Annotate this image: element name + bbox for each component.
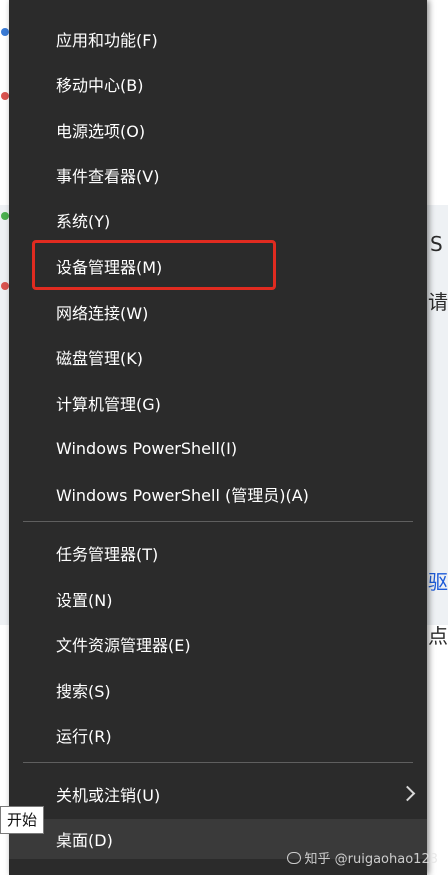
watermark: 知乎 @ruigaohao123 bbox=[286, 848, 438, 867]
menu-item-device-manager[interactable]: 设备管理器(M) bbox=[9, 246, 427, 286]
menu-item-event-viewer[interactable]: 事件查看器(V) bbox=[9, 155, 427, 195]
menu-item-label: 搜索(S) bbox=[56, 682, 111, 701]
menu-divider bbox=[23, 521, 413, 522]
menu-item-label: 任务管理器(T) bbox=[56, 545, 159, 564]
winx-context-menu: 应用和功能(F) 移动中心(B) 电源选项(O) 事件查看器(V) 系统(Y) … bbox=[9, 0, 427, 875]
menu-item-label: 电源选项(O) bbox=[56, 122, 146, 141]
background-icon bbox=[1, 282, 9, 290]
background-text: 驱 bbox=[428, 570, 448, 594]
menu-item-mobility-center[interactable]: 移动中心(B) bbox=[9, 64, 427, 104]
menu-divider bbox=[23, 762, 413, 763]
background-text: 请 bbox=[428, 290, 448, 314]
menu-item-computer-management[interactable]: 计算机管理(G) bbox=[9, 383, 427, 423]
menu-item-label: 桌面(D) bbox=[56, 831, 113, 850]
menu-item-search[interactable]: 搜索(S) bbox=[9, 670, 427, 710]
watermark-text: 知乎 @ruigaohao123 bbox=[304, 852, 438, 867]
menu-item-task-manager[interactable]: 任务管理器(T) bbox=[9, 533, 427, 573]
background-text: 点 bbox=[428, 624, 448, 648]
menu-item-label: 设置(N) bbox=[56, 591, 113, 610]
menu-item-label: Windows PowerShell (管理员)(A) bbox=[56, 486, 309, 505]
menu-item-label: 磁盘管理(K) bbox=[56, 349, 143, 368]
background-text: S bbox=[430, 232, 443, 256]
chevron-right-icon bbox=[399, 785, 416, 802]
menu-item-file-explorer[interactable]: 文件资源管理器(E) bbox=[9, 624, 427, 664]
menu-item-network-connections[interactable]: 网络连接(W) bbox=[9, 292, 427, 332]
background-icon bbox=[1, 28, 9, 36]
menu-item-label: 事件查看器(V) bbox=[56, 167, 160, 186]
menu-item-label: 网络连接(W) bbox=[56, 304, 149, 323]
menu-item-label: 设备管理器(M) bbox=[56, 258, 163, 277]
menu-item-run[interactable]: 运行(R) bbox=[9, 715, 427, 755]
menu-item-label: 文件资源管理器(E) bbox=[56, 636, 191, 655]
watermark-logo-icon bbox=[286, 852, 301, 864]
menu-item-apps-and-features[interactable]: 应用和功能(F) bbox=[9, 19, 427, 59]
menu-item-settings[interactable]: 设置(N) bbox=[9, 579, 427, 619]
menu-item-label: 关机或注销(U) bbox=[56, 786, 161, 805]
background-icon bbox=[1, 212, 9, 220]
menu-item-system[interactable]: 系统(Y) bbox=[9, 200, 427, 240]
menu-item-powershell-admin[interactable]: Windows PowerShell (管理员)(A) bbox=[9, 474, 427, 514]
menu-item-label: 移动中心(B) bbox=[56, 76, 144, 95]
menu-item-disk-management[interactable]: 磁盘管理(K) bbox=[9, 337, 427, 377]
menu-item-label: 系统(Y) bbox=[56, 212, 111, 231]
menu-item-label: 应用和功能(F) bbox=[56, 31, 158, 50]
menu-item-label: 运行(R) bbox=[56, 727, 112, 746]
menu-item-powershell[interactable]: Windows PowerShell(I) bbox=[9, 428, 427, 468]
start-tooltip: 开始 bbox=[0, 806, 45, 834]
menu-item-label: 计算机管理(G) bbox=[56, 395, 161, 414]
menu-item-shutdown-or-sign-out[interactable]: 关机或注销(U) bbox=[9, 774, 427, 814]
background-icon bbox=[1, 92, 9, 100]
menu-item-label: Windows PowerShell(I) bbox=[56, 438, 238, 458]
menu-item-power-options[interactable]: 电源选项(O) bbox=[9, 110, 427, 150]
